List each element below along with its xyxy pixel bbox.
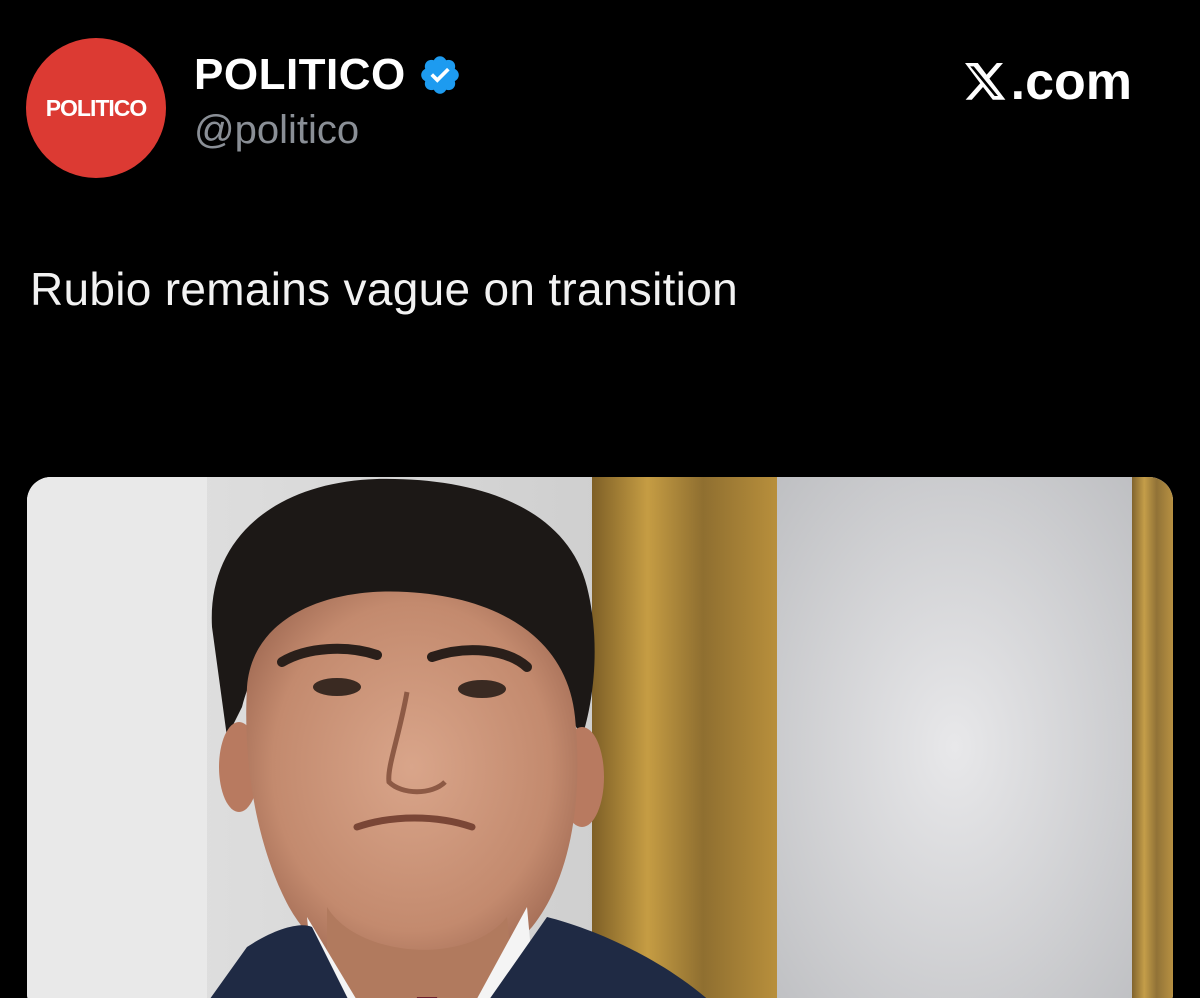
display-name[interactable]: POLITICO	[194, 51, 406, 98]
photo-icon	[27, 477, 1173, 998]
brand-label: .com	[1010, 53, 1132, 111]
post-text: Rubio remains vague on transition	[30, 263, 738, 315]
avatar-wordmark: POLITICO	[45, 94, 148, 121]
x-logo-icon	[959, 58, 1007, 106]
post-card: POLITICO POLITICO @politico .com Rubio r…	[0, 0, 1200, 998]
x-com-brand: .com	[959, 52, 1132, 112]
post-header: POLITICO POLITICO @politico	[26, 38, 462, 178]
avatar[interactable]: POLITICO	[26, 38, 166, 178]
account-handle[interactable]: @politico	[194, 108, 462, 152]
post-photo[interactable]	[27, 477, 1173, 998]
account-info: POLITICO @politico	[194, 51, 462, 152]
name-row: POLITICO	[194, 51, 462, 98]
verified-badge-icon	[418, 53, 462, 97]
